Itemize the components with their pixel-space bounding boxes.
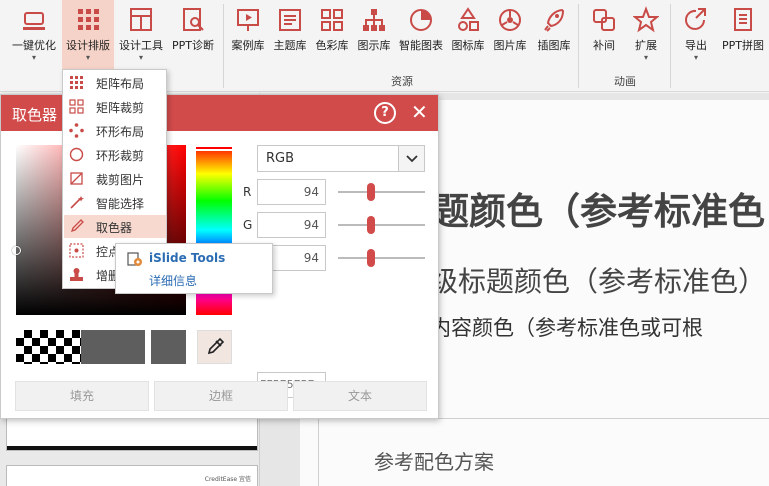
extension-button[interactable]: 扩展 ▾ bbox=[626, 0, 666, 70]
color-library-button[interactable]: 色彩库 bbox=[312, 0, 352, 70]
theme-icon bbox=[279, 9, 301, 31]
illustration-library-button[interactable]: 插图库 bbox=[532, 0, 576, 70]
tween-button[interactable]: 补间 bbox=[584, 0, 624, 70]
slide-heading[interactable]: 题颜色（参考标准色 bbox=[432, 181, 765, 235]
islide-tools-icon bbox=[127, 252, 142, 266]
smart-chart-button[interactable]: 智能图表 bbox=[396, 0, 446, 70]
star-icon bbox=[633, 6, 659, 33]
layout-icon bbox=[130, 8, 152, 31]
thumbnail-bar bbox=[7, 446, 257, 450]
group-label-animation: 动画 bbox=[614, 75, 636, 88]
rocket-icon bbox=[544, 8, 565, 32]
ribbon-separator bbox=[670, 4, 671, 88]
icon-library-button[interactable]: 图标库 bbox=[448, 0, 488, 70]
camera-icon bbox=[499, 9, 521, 31]
tooltip-details-link[interactable]: 详细信息 bbox=[149, 272, 197, 289]
design-tools-button[interactable]: 设计工具 ▾ bbox=[114, 0, 168, 70]
channel-slider-thumb-b[interactable] bbox=[367, 249, 375, 267]
image-library-button[interactable]: 图片库 bbox=[490, 0, 530, 70]
diagram-library-button[interactable]: 图示库 bbox=[354, 0, 394, 70]
dialog-title: 取色器 bbox=[12, 106, 58, 124]
menu-item-color-picker[interactable]: 取色器 bbox=[64, 215, 166, 238]
transparency-preview bbox=[16, 330, 81, 364]
org-chart-icon bbox=[363, 9, 385, 31]
close-button[interactable]: ✕ bbox=[411, 100, 428, 124]
eyedropper-button[interactable] bbox=[197, 330, 232, 364]
color-cursor[interactable] bbox=[12, 246, 21, 255]
ribbon-separator bbox=[578, 4, 579, 88]
menu-item-matrix-layout[interactable]: 矩阵布局 bbox=[64, 71, 166, 94]
tooltip: iSlide Tools 详细信息 bbox=[115, 243, 273, 294]
puzzle-icon bbox=[734, 8, 752, 31]
play-board-icon bbox=[237, 9, 259, 31]
slide-subheading[interactable]: 级标题颜色（参考标准色） bbox=[430, 260, 766, 300]
theme-library-button[interactable]: 主题库 bbox=[270, 0, 310, 70]
palette-icon bbox=[321, 9, 343, 31]
ribbon-separator bbox=[223, 4, 224, 88]
text-button[interactable]: 文本 bbox=[293, 381, 427, 411]
slide-thumbnail[interactable]: CreditEase 宜信 bbox=[6, 465, 258, 486]
ppt-diagnose-button[interactable]: PPT诊断 bbox=[168, 0, 218, 70]
channel-slider-track-g[interactable] bbox=[338, 224, 425, 226]
help-button[interactable]: ? bbox=[374, 102, 396, 124]
previous-color-swatch[interactable] bbox=[151, 330, 186, 364]
ring-layout-icon bbox=[69, 123, 84, 138]
one-click-optimize-button[interactable]: 一键优化 ▾ bbox=[6, 0, 62, 70]
select-arrow[interactable] bbox=[398, 146, 424, 171]
diagnose-icon bbox=[183, 8, 204, 31]
matrix-crop-icon bbox=[69, 99, 84, 114]
crop-image-icon bbox=[70, 172, 83, 185]
shapes-icon bbox=[458, 7, 479, 31]
current-color-swatch bbox=[81, 330, 145, 364]
group-label-resources: 资源 bbox=[391, 75, 413, 88]
case-library-button[interactable]: 案例库 bbox=[228, 0, 268, 70]
eyedropper-icon bbox=[207, 337, 225, 355]
hue-marker[interactable] bbox=[196, 145, 232, 151]
channel-slider-track-b[interactable] bbox=[338, 257, 425, 259]
channel-slider-thumb-r[interactable] bbox=[367, 183, 375, 201]
export-button[interactable]: 导出 ▾ bbox=[676, 0, 716, 70]
channel-label-g: G bbox=[243, 218, 253, 232]
slide-section-title[interactable]: 参考配色方案 bbox=[374, 446, 494, 475]
tooltip-title: iSlide Tools bbox=[149, 251, 226, 265]
channel-slider-thumb-g[interactable] bbox=[367, 216, 375, 234]
grid-icon bbox=[78, 9, 99, 30]
channel-slider-track-r[interactable] bbox=[338, 191, 425, 193]
tween-icon bbox=[593, 9, 615, 31]
menu-item-crop-image[interactable]: 裁剪图片 bbox=[64, 167, 166, 190]
ppt-puzzle-button[interactable]: PPT拼图 bbox=[718, 0, 768, 70]
color-mode-select[interactable]: RGB bbox=[257, 145, 425, 172]
ring-crop-icon bbox=[69, 147, 84, 162]
matrix-layout-icon bbox=[70, 76, 83, 89]
border-button[interactable]: 边框 bbox=[154, 381, 288, 411]
export-icon bbox=[685, 8, 706, 30]
thumbnail-credit: CreditEase 宜信 bbox=[204, 476, 251, 483]
fill-button[interactable]: 填充 bbox=[15, 381, 149, 411]
stamp-icon bbox=[70, 268, 83, 281]
eyedropper-icon bbox=[70, 219, 84, 233]
magic-wand-icon bbox=[70, 196, 84, 209]
channel-input-g[interactable]: 94 bbox=[257, 212, 326, 238]
menu-item-matrix-crop[interactable]: 矩阵裁剪 bbox=[64, 95, 166, 118]
channel-input-r[interactable]: 94 bbox=[257, 179, 326, 205]
menu-item-ring-crop[interactable]: 环形裁剪 bbox=[64, 143, 166, 166]
chevron-down-icon bbox=[406, 155, 418, 163]
control-point-icon bbox=[69, 243, 84, 258]
menu-item-smart-select[interactable]: 智能选择 bbox=[64, 191, 166, 214]
lines-icon bbox=[23, 12, 45, 30]
pie-chart-icon bbox=[410, 9, 432, 31]
menu-item-ring-layout[interactable]: 环形布局 bbox=[64, 119, 166, 142]
slide-body-text[interactable]: 内容颜色（参考标准色或可根 bbox=[430, 312, 703, 342]
color-mode-value: RGB bbox=[266, 151, 295, 166]
channel-label-r: R bbox=[243, 185, 252, 199]
app-window: 一键优化 ▾ 设计排版 ▾ 设计工具 ▾ PPT诊断 案例库 主题库 色彩库 图… bbox=[0, 0, 769, 486]
design-layout-button[interactable]: 设计排版 ▾ bbox=[62, 0, 114, 70]
